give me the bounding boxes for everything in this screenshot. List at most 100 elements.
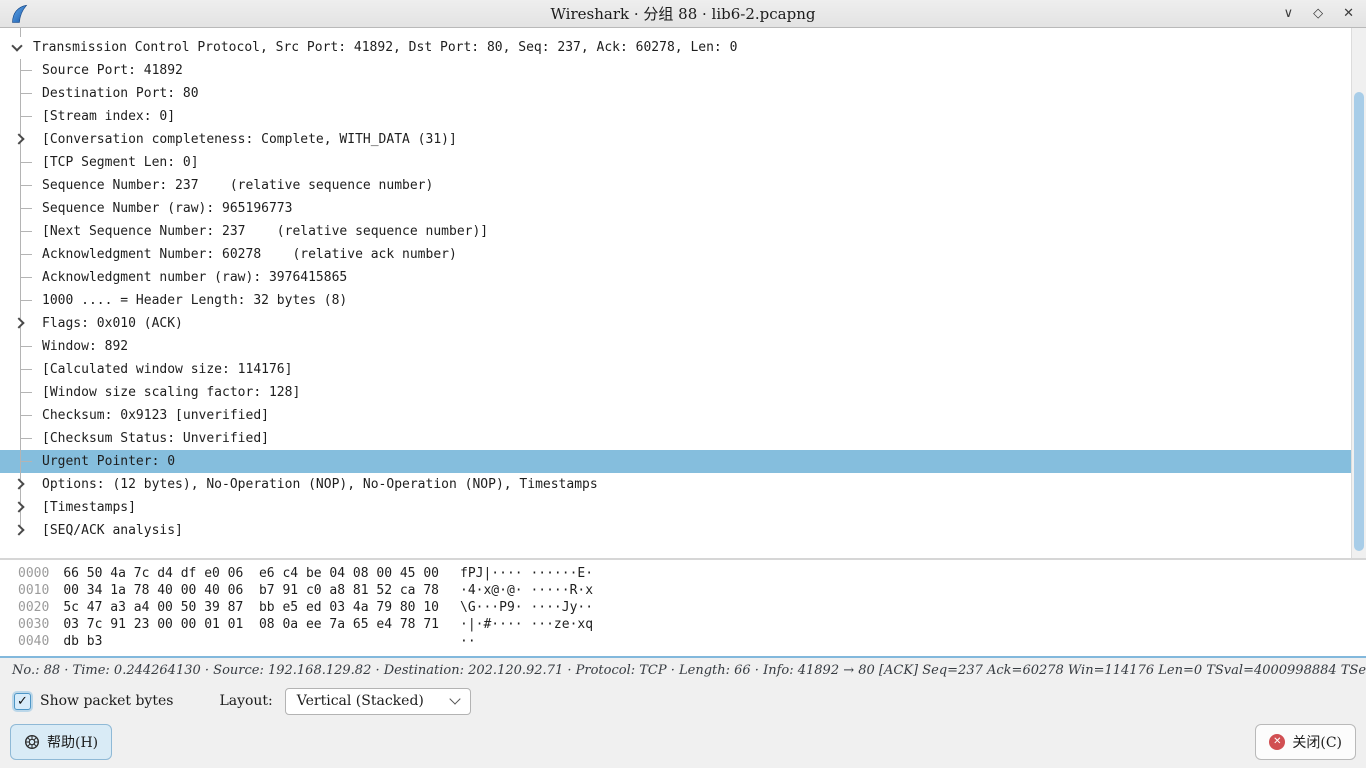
hex-row[interactable]: 0040 db b3 ·· — [0, 633, 1366, 650]
hex-ascii: ·· — [460, 633, 476, 650]
hex-row[interactable]: 0000 66 50 4a 7c d4 df e0 06 e6 c4 be 04 … — [0, 565, 1366, 582]
tree-row-label: [Conversation completeness: Complete, WI… — [42, 132, 457, 147]
tree-connector — [21, 254, 32, 255]
tree-connector — [21, 208, 32, 209]
hex-ascii: ·4·x@·@· ·····R·x — [460, 582, 593, 599]
tree-row-label: Urgent Pointer: 0 — [42, 454, 175, 469]
help-lifebuoy-icon — [24, 734, 40, 750]
help-button[interactable]: 帮助(H) — [10, 724, 112, 760]
hex-row[interactable]: 0010 00 34 1a 78 40 00 40 06 b7 91 c0 a8 … — [0, 582, 1366, 599]
tree-row[interactable]: Window: 892 — [0, 335, 1351, 358]
hex-bytes: 5c 47 a3 a4 00 50 39 87 bb e5 ed 03 4a 7… — [63, 599, 439, 616]
tree-row-label: Flags: 0x010 (ACK) — [42, 316, 183, 331]
tree-row[interactable]: [Next Sequence Number: 237 (relative seq… — [0, 220, 1351, 243]
hex-bytes: 00 34 1a 78 40 00 40 06 b7 91 c0 a8 81 5… — [63, 582, 439, 599]
close-button-label: 关闭(C) — [1292, 732, 1342, 752]
packet-bytes-pane: 0000 66 50 4a 7c d4 df e0 06 e6 c4 be 04 … — [0, 560, 1366, 656]
tree-connector — [21, 438, 32, 439]
tree-row-label: 1000 .... = Header Length: 32 bytes (8) — [42, 293, 347, 308]
tree-row-label: [Checksum Status: Unverified] — [42, 431, 269, 446]
hex-row[interactable]: 0020 5c 47 a3 a4 00 50 39 87 bb e5 ed 03 … — [0, 599, 1366, 616]
tree-row[interactable]: Source Port: 41892 — [0, 59, 1351, 82]
layout-dropdown-value: Vertical (Stacked) — [297, 693, 424, 709]
packet-detail-window: Wireshark · 分组 88 · lib6-2.pcapng ∨ ◇ ✕ … — [0, 0, 1366, 760]
tree-connector — [21, 461, 32, 462]
packet-detail-pane: Transmission Control Protocol, Src Port:… — [0, 28, 1366, 558]
tree-connector — [21, 162, 32, 163]
tree-row[interactable]: [TCP Segment Len: 0] — [0, 151, 1351, 174]
tree-row[interactable]: [Timestamps] — [0, 496, 1351, 519]
tree-row[interactable]: Sequence Number: 237 (relative sequence … — [0, 174, 1351, 197]
tree-row[interactable]: [Window size scaling factor: 128] — [0, 381, 1351, 404]
hex-offset: 0020 — [18, 599, 49, 616]
chevron-right-icon[interactable] — [13, 133, 24, 144]
scrollbar-thumb[interactable] — [1354, 92, 1364, 551]
vertical-scrollbar[interactable] — [1351, 28, 1366, 558]
tree-row-label: [Stream index: 0] — [42, 109, 175, 124]
hex-bytes: 03 7c 91 23 00 00 01 01 08 0a ee 7a 65 e… — [63, 616, 439, 633]
hex-ascii: fPJ|···· ······E· — [460, 565, 593, 582]
hex-ascii: \G···P9· ····Jy·· — [460, 599, 593, 616]
tree-row[interactable]: Urgent Pointer: 0 — [0, 450, 1351, 473]
show-packet-bytes-label[interactable]: Show packet bytes — [40, 693, 173, 709]
close-window-icon[interactable]: ✕ — [1343, 0, 1354, 28]
minimize-icon[interactable]: ∨ — [1284, 0, 1294, 28]
tree-row[interactable]: [Checksum Status: Unverified] — [0, 427, 1351, 450]
hex-row[interactable]: 003003 7c 91 23 00 00 01 01 08 0a ee 7a … — [0, 616, 1366, 633]
packet-summary-line: No.: 88 · Time: 0.244264130 · Source: 19… — [0, 658, 1366, 683]
tree-row-label: Acknowledgment number (raw): 3976415865 — [42, 270, 347, 285]
tree-row-label: Source Port: 41892 — [42, 63, 183, 78]
chevron-right-icon[interactable] — [13, 524, 24, 535]
help-button-label: 帮助(H) — [47, 732, 98, 752]
tree-row-label: Sequence Number: 237 (relative sequence … — [42, 178, 433, 193]
tree-row[interactable]: [Calculated window size: 114176] — [0, 358, 1351, 381]
tree-connector — [21, 277, 32, 278]
layout-label: Layout: — [219, 693, 272, 709]
window-title: Wireshark · 分组 88 · lib6-2.pcapng — [0, 3, 1366, 24]
tree-row[interactable]: Acknowledgment number (raw): 3976415865 — [0, 266, 1351, 289]
chevron-right-icon[interactable] — [13, 317, 24, 328]
show-packet-bytes-checkbox[interactable]: ✓ — [14, 693, 31, 710]
tree-row[interactable]: [SEQ/ACK analysis] — [0, 519, 1351, 542]
tree-connector — [21, 300, 32, 301]
hex-offset: 0010 — [18, 582, 49, 599]
chevron-right-icon[interactable] — [13, 478, 24, 489]
tree-connector — [21, 415, 32, 416]
tree-connector — [21, 346, 32, 347]
close-dialog-button[interactable]: ✕ 关闭(C) — [1255, 724, 1356, 760]
hex-offset: 0000 — [18, 565, 49, 582]
layout-dropdown[interactable]: Vertical (Stacked) — [285, 688, 471, 715]
tree-row-label: [SEQ/ACK analysis] — [42, 523, 183, 538]
chevron-down-icon — [449, 693, 460, 704]
tree-row[interactable]: Flags: 0x010 (ACK) — [0, 312, 1351, 335]
tree-connector — [21, 231, 32, 232]
packet-detail-tree: Transmission Control Protocol, Src Port:… — [0, 28, 1351, 542]
tree-row-label: Destination Port: 80 — [42, 86, 199, 101]
tree-connector — [21, 369, 32, 370]
tree-row[interactable]: [Stream index: 0] — [0, 105, 1351, 128]
tree-row[interactable]: Destination Port: 80 — [0, 82, 1351, 105]
tree-connector — [21, 116, 32, 117]
tree-row[interactable]: Options: (12 bytes), No-Operation (NOP),… — [0, 473, 1351, 496]
tree-row[interactable]: Acknowledgment Number: 60278 (relative a… — [0, 243, 1351, 266]
tree-row[interactable]: 1000 .... = Header Length: 32 bytes (8) — [0, 289, 1351, 312]
hex-bytes: db b3 — [63, 633, 102, 650]
tree-row[interactable]: [Conversation completeness: Complete, WI… — [0, 128, 1351, 151]
tree-connector — [21, 70, 32, 71]
tree-row-label: Options: (12 bytes), No-Operation (NOP),… — [42, 477, 598, 492]
tree-connector — [21, 93, 32, 94]
hex-bytes: 66 50 4a 7c d4 df e0 06 e6 c4 be 04 08 0… — [63, 565, 439, 582]
tree-connector — [21, 392, 32, 393]
dialog-controls: ✓ Show packet bytes Layout: Vertical (St… — [0, 683, 1366, 719]
tree-row[interactable]: Transmission Control Protocol, Src Port:… — [0, 36, 1351, 59]
tree-row[interactable]: Checksum: 0x9123 [unverified] — [0, 404, 1351, 427]
tree-row-label: [Calculated window size: 114176] — [42, 362, 292, 377]
tree-connector — [21, 185, 32, 186]
hex-offset: 0040 — [18, 633, 49, 650]
tree-row[interactable]: Sequence Number (raw): 965196773 — [0, 197, 1351, 220]
close-circle-icon: ✕ — [1269, 734, 1285, 750]
chevron-right-icon[interactable] — [13, 501, 24, 512]
maximize-icon[interactable]: ◇ — [1313, 0, 1323, 28]
chevron-down-icon[interactable] — [11, 40, 22, 51]
dialog-buttons: 帮助(H) ✕ 关闭(C) — [0, 719, 1366, 760]
